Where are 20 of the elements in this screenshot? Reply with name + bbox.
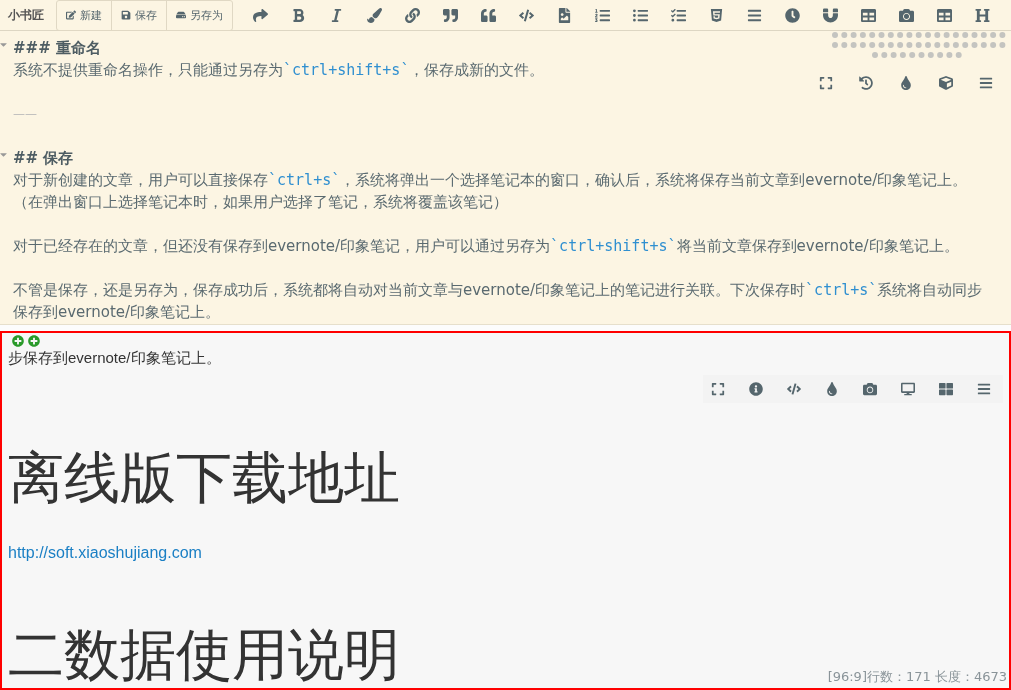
preview-text: 步保存到evernote/印象笔记上。 [8, 348, 221, 368]
toolbar-button[interactable]: 另存为 [167, 0, 232, 30]
app-logo: 小书匠 [8, 6, 44, 24]
horizontal-rule-markup: —— [13, 106, 38, 123]
edit-icon [66, 10, 76, 20]
preview-heading: 二数据使用说明 [8, 623, 400, 686]
drive-icon [176, 10, 186, 20]
markdown-paragraph: 系统不提供重命名操作，只能通过另存为`ctrl+shift+s`，保存成新的文件。 [13, 60, 546, 81]
toolbar-button[interactable]: 保存 [112, 0, 167, 30]
preview-heading: 离线版下载地址 [8, 447, 401, 509]
markdown-paragraph: 对于新创建的文章，用户可以直接保存`ctrl+s`，系统将弹出一个选择笔记本的窗口，确认后，系统将保存当前文章到evernote/印象笔记上。（在弹出窗口上选择笔记本时，如果用户选择了笔记，系统将覆盖该笔记） [13, 170, 969, 213]
markdown-heading: ### 重命名 [13, 39, 101, 57]
markdown-heading: ## 保存 [13, 149, 74, 167]
status-text: [96:9]行数：171 长度：4673 [827, 668, 1007, 686]
sync-marker-icon[interactable] [12, 335, 24, 347]
sync-marker-icon[interactable] [28, 335, 40, 347]
toolbar-button[interactable]: 新建 [57, 0, 112, 30]
markdown-paragraph: 对于已经存在的文章，但还没有保存到evernote/印象笔记，用户可以通过另存为`ctrl+shift+s`将当前文章保存到evernote/印象笔记上。 [13, 236, 960, 257]
markdown-paragraph: 不管是保存，还是另存为，保存成功后，系统都将自动对当前文章与evernote/印象笔记上的笔记进行关联。下次保存时`ctrl+s`系统将自动同步保存到evernote/印象笔记上。 [13, 280, 984, 323]
download-link[interactable]: http://soft.xiaoshujiang.com [8, 543, 202, 561]
